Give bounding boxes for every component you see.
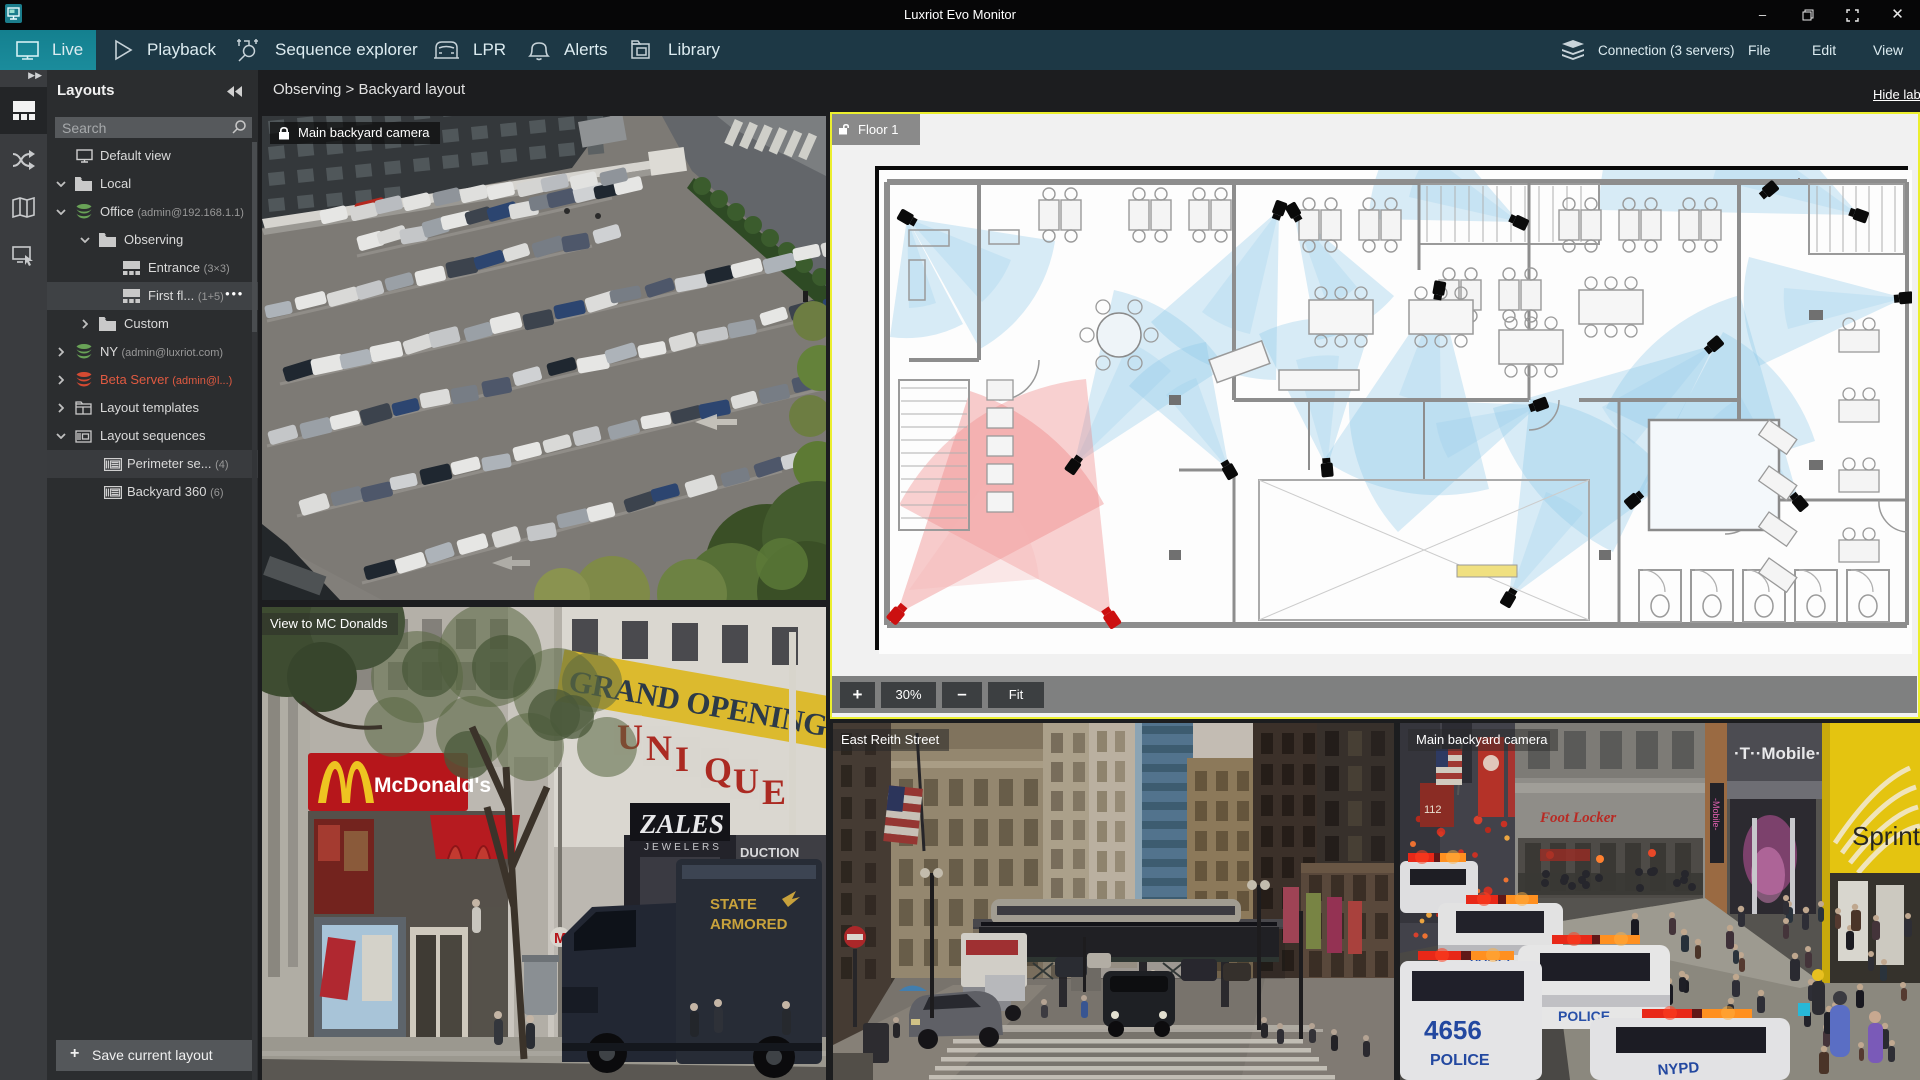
svg-text:-Mobile-: -Mobile-	[1711, 798, 1721, 831]
svg-text:Q: Q	[704, 750, 732, 790]
svg-text:4656: 4656	[1424, 1015, 1482, 1045]
svg-text:Foot Locker: Foot Locker	[1539, 810, 1616, 826]
svg-text:112: 112	[1424, 804, 1442, 816]
svg-text:NYPD: NYPD	[1657, 1059, 1700, 1079]
svg-text:U: U	[733, 761, 759, 801]
svg-text:N: N	[646, 728, 672, 768]
svg-text:E: E	[762, 772, 786, 812]
svg-text:Sprint: Sprint	[1852, 821, 1920, 851]
svg-text:I: I	[675, 739, 689, 779]
svg-text:·T··Mobile·: ·T··Mobile·	[1734, 744, 1821, 763]
svg-text:STATE: STATE	[710, 896, 757, 913]
svg-text:POLICE: POLICE	[1430, 1052, 1490, 1069]
svg-text:ZALES: ZALES	[639, 809, 724, 839]
svg-text:ARMORED: ARMORED	[710, 916, 788, 933]
svg-text:DUCTION: DUCTION	[740, 845, 799, 860]
svg-text:JEWELERS: JEWELERS	[644, 842, 722, 853]
